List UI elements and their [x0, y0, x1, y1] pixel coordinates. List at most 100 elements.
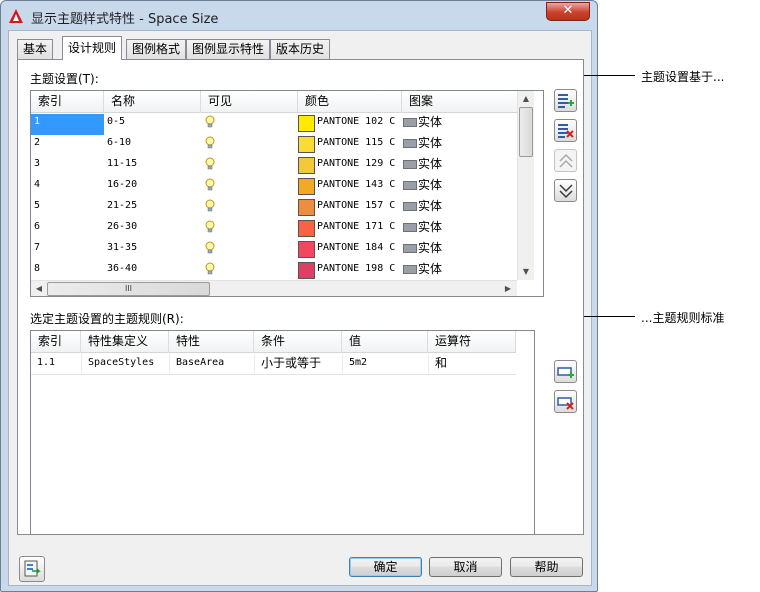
- theme-row-name[interactable]: 0-5: [104, 114, 201, 135]
- theme-row-name[interactable]: 21-25: [104, 198, 201, 219]
- lightbulb-icon[interactable]: [204, 262, 216, 276]
- visible-toggle[interactable]: [201, 261, 298, 282]
- color-cell[interactable]: PANTONE 102 C: [298, 114, 402, 135]
- scroll-right-arrow-icon[interactable]: ▶: [500, 281, 516, 296]
- pattern-cell[interactable]: 实体: [402, 240, 518, 261]
- theme-row[interactable]: 8 36-40 PANTONE 198 C 实体: [31, 261, 518, 282]
- close-button[interactable]: ✕: [546, 2, 590, 21]
- pattern-cell[interactable]: 实体: [402, 114, 518, 135]
- color-cell[interactable]: PANTONE 157 C: [298, 198, 402, 219]
- rule-property-set[interactable]: SpaceStyles: [81, 354, 169, 375]
- delete-rule-button[interactable]: [554, 390, 577, 413]
- theme-row-index[interactable]: 4: [31, 177, 104, 198]
- theme-row[interactable]: 6 26-30 PANTONE 171 C 实体: [31, 219, 518, 240]
- theme-row[interactable]: 4 16-20 PANTONE 143 C 实体: [31, 177, 518, 198]
- visible-toggle[interactable]: [201, 177, 298, 198]
- theme-row-index[interactable]: 7: [31, 240, 104, 261]
- lightbulb-icon[interactable]: [204, 136, 216, 150]
- pattern-cell[interactable]: 实体: [402, 177, 518, 198]
- tab-legend-format[interactable]: 图例格式: [126, 39, 187, 59]
- rule-row[interactable]: 1.1 SpaceStyles BaseArea 小于或等于 5m2 和: [31, 354, 516, 375]
- move-down-button[interactable]: [554, 179, 577, 202]
- theme-row[interactable]: 3 11-15 PANTONE 129 C 实体: [31, 156, 518, 177]
- theme-row-index[interactable]: 1: [31, 114, 104, 135]
- delete-theme-setting-button[interactable]: [554, 119, 577, 142]
- theme-row-index[interactable]: 2: [31, 135, 104, 156]
- ok-button[interactable]: 确定: [349, 557, 422, 577]
- theme-row-name[interactable]: 16-20: [104, 177, 201, 198]
- vscroll-thumb[interactable]: [519, 107, 533, 157]
- theme-row-index[interactable]: 3: [31, 156, 104, 177]
- theme-row-index[interactable]: 8: [31, 261, 104, 282]
- theme-rules-table[interactable]: 索引 特性集定义 特性 条件 值 运算符 1.1 SpaceStyles Bas…: [30, 330, 535, 535]
- lightbulb-icon[interactable]: [204, 115, 216, 129]
- scroll-down-arrow-icon[interactable]: ▼: [518, 264, 534, 280]
- rule-col-value[interactable]: 值: [342, 331, 428, 353]
- add-theme-setting-button[interactable]: [554, 89, 577, 112]
- col-index[interactable]: 索引: [31, 91, 104, 113]
- visible-toggle[interactable]: [201, 114, 298, 135]
- rule-col-property-set[interactable]: 特性集定义: [81, 331, 169, 353]
- add-rule-button[interactable]: [554, 360, 577, 383]
- pattern-cell[interactable]: 实体: [402, 219, 518, 240]
- color-cell[interactable]: PANTONE 129 C: [298, 156, 402, 177]
- theme-table-hscroll[interactable]: ◀ III ▶: [31, 280, 517, 296]
- col-name[interactable]: 名称: [104, 91, 201, 113]
- pattern-cell[interactable]: 实体: [402, 198, 518, 219]
- theme-row-index[interactable]: 6: [31, 219, 104, 240]
- col-visible[interactable]: 可见: [201, 91, 298, 113]
- theme-row-name[interactable]: 26-30: [104, 219, 201, 240]
- rule-operator[interactable]: 和: [428, 354, 516, 375]
- pattern-cell[interactable]: 实体: [402, 261, 518, 282]
- theme-row-name[interactable]: 11-15: [104, 156, 201, 177]
- theme-row[interactable]: 1 0-5 PANTONE 102 C 实体: [31, 114, 518, 135]
- tab-design-rules[interactable]: 设计规则: [62, 36, 123, 60]
- pattern-name: 实体: [418, 115, 443, 129]
- color-cell[interactable]: PANTONE 171 C: [298, 219, 402, 240]
- help-button[interactable]: 帮助: [510, 557, 583, 577]
- col-pattern[interactable]: 图案: [402, 91, 518, 113]
- hscroll-thumb[interactable]: III: [47, 282, 210, 296]
- rule-col-condition[interactable]: 条件: [254, 331, 342, 353]
- rule-col-property[interactable]: 特性: [169, 331, 254, 353]
- pattern-cell[interactable]: 实体: [402, 135, 518, 156]
- lightbulb-icon[interactable]: [204, 220, 216, 234]
- color-cell[interactable]: PANTONE 143 C: [298, 177, 402, 198]
- col-color[interactable]: 颜色: [298, 91, 402, 113]
- color-cell[interactable]: PANTONE 184 C: [298, 240, 402, 261]
- move-up-button[interactable]: [554, 149, 577, 172]
- scroll-up-arrow-icon[interactable]: ▲: [518, 91, 534, 107]
- rule-col-index[interactable]: 索引: [31, 331, 81, 353]
- tab-version-history[interactable]: 版本历史: [270, 39, 331, 59]
- lightbulb-icon[interactable]: [204, 157, 216, 171]
- rule-value[interactable]: 5m2: [342, 354, 428, 375]
- scroll-left-arrow-icon[interactable]: ◀: [31, 281, 47, 296]
- visible-toggle[interactable]: [201, 135, 298, 156]
- color-cell[interactable]: PANTONE 115 C: [298, 135, 402, 156]
- visible-toggle[interactable]: [201, 219, 298, 240]
- lightbulb-icon[interactable]: [204, 178, 216, 192]
- rule-condition[interactable]: 小于或等于: [254, 354, 342, 375]
- visible-toggle[interactable]: [201, 240, 298, 261]
- theme-table-vscroll[interactable]: ▲ ▼: [517, 91, 534, 280]
- pattern-cell[interactable]: 实体: [402, 156, 518, 177]
- rule-col-operator[interactable]: 运算符: [428, 331, 516, 353]
- theme-row-name[interactable]: 6-10: [104, 135, 201, 156]
- theme-row-index[interactable]: 5: [31, 198, 104, 219]
- visible-toggle[interactable]: [201, 198, 298, 219]
- theme-row[interactable]: 5 21-25 PANTONE 157 C 实体: [31, 198, 518, 219]
- cancel-button[interactable]: 取消: [429, 557, 502, 577]
- theme-settings-table[interactable]: 索引 名称 可见 颜色 图案 1 0-5 PANTONE 102 C 实体 2 6-10 P…: [30, 90, 544, 297]
- color-cell[interactable]: PANTONE 198 C: [298, 261, 402, 282]
- theme-row[interactable]: 2 6-10 PANTONE 115 C 实体: [31, 135, 518, 156]
- rule-property[interactable]: BaseArea: [169, 354, 254, 375]
- theme-row-name[interactable]: 36-40: [104, 261, 201, 282]
- display-manager-button[interactable]: [19, 556, 45, 582]
- tab-legend-display-props[interactable]: 图例显示特性: [186, 39, 271, 59]
- lightbulb-icon[interactable]: [204, 199, 216, 213]
- visible-toggle[interactable]: [201, 156, 298, 177]
- theme-row-name[interactable]: 31-35: [104, 240, 201, 261]
- theme-row[interactable]: 7 31-35 PANTONE 184 C 实体: [31, 240, 518, 261]
- lightbulb-icon[interactable]: [204, 241, 216, 255]
- tab-basic[interactable]: 基本: [17, 39, 54, 59]
